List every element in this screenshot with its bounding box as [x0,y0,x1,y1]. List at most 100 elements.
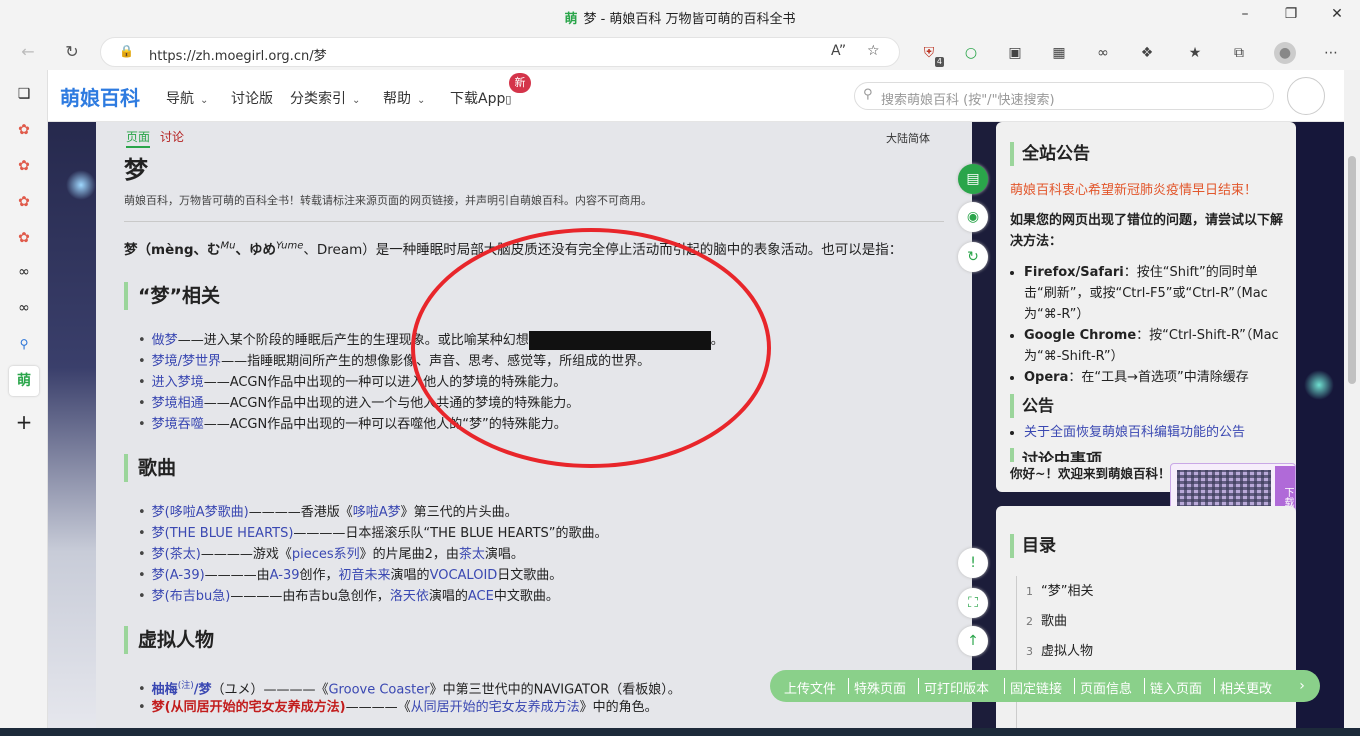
active-tab-moegirl[interactable]: 萌 [9,366,39,396]
article-link[interactable]: 梦(THE BLUE HEARTS) [152,526,294,541]
image-extension-icon[interactable]: ▣ [1004,42,1026,64]
separator [918,678,919,694]
history-icon[interactable]: ↻ [958,242,988,272]
article-link[interactable]: 梦(茶太) [152,547,201,562]
url-text[interactable]: https://zh.moegirl.org.cn/梦 [149,45,327,64]
phone-icon: ▯ [505,93,512,106]
article-link[interactable]: 梦境/梦世界 [152,354,221,369]
favorites-icon[interactable]: ★ [1184,42,1206,64]
read-aloud-icon[interactable]: A” [831,43,846,59]
alert-icon[interactable]: ! [958,548,988,578]
article-link[interactable]: 梦(布吉bu急) [152,589,231,604]
user-avatar[interactable] [1287,77,1325,115]
site-tab-icon[interactable]: ✿ [12,190,36,214]
toc-item[interactable]: 3 虚拟人物 [1026,640,1093,659]
fullscreen-icon[interactable]: ⛶ [958,588,988,618]
notice-alert: 萌娘百科衷心希望新冠肺炎疫情早日结束！ [1010,183,1258,198]
scrollbar-thumb[interactable] [1348,156,1356,384]
site-logo[interactable]: 萌娘百科 [60,82,140,111]
nav-category-index[interactable]: 分类索引 ⌄ [290,88,360,108]
note-link[interactable]: (注) [178,681,194,691]
article-link[interactable]: 从同居开始的宅女友养成方法 [411,700,580,715]
site-tab-icon[interactable]: ✿ [12,226,36,250]
upload-file-link[interactable]: 上传文件 [784,678,836,697]
article-link[interactable]: pieces系列 [292,547,360,562]
close-button[interactable]: ✕ [1314,6,1360,28]
nav-navigation[interactable]: 导航 ⌄ [166,88,208,108]
page-info-link[interactable]: 页面信息 [1080,678,1132,697]
article-link[interactable]: 初音未来 [339,568,391,583]
circle-extension-icon[interactable]: ○ [960,42,982,64]
toc-item[interactable]: 1 “梦”相关 [1026,580,1093,599]
collections-icon[interactable]: ⧉ [1228,42,1250,64]
window-title-bar: 萌梦 - 萌娘百科 万物皆可萌的百科全书 – ❐ ✕ [0,0,1360,34]
toc-item[interactable]: 2 歌曲 [1026,610,1067,629]
article-link[interactable]: 梦境吞噬 [152,417,204,432]
article-link[interactable]: 茶太 [459,547,485,562]
section-heading: 歌曲 [124,454,176,482]
site-subtitle: 萌娘百科，万物皆可萌的百科全书！转载请标注来源页面的网页链接，并声明引自萌娘百科… [124,194,652,207]
article-link[interactable]: 柚梅 [152,682,178,697]
nav-download-app[interactable]: 下载App▯ [450,88,511,108]
chevron-down-icon: ⌄ [200,95,209,106]
tab-actions-icon[interactable]: ❏ [12,82,36,106]
page-scrollbar[interactable] [1344,70,1360,736]
back-to-top-icon[interactable]: ↑ [958,626,988,656]
section-list: 柚梅(注)/梦（ユメ）————《Groove Coaster》中第三世代中的NA… [138,676,681,718]
announce-list: 关于全面恢复萌娘百科编辑功能的公告 [1024,422,1286,443]
related-changes-link[interactable]: 相关更改 [1220,678,1272,697]
article-link[interactable]: 进入梦境 [152,375,204,390]
permanent-link[interactable]: 固定链接 [1010,678,1062,697]
notice-heading: 全站公告 [1010,142,1090,166]
special-pages-link[interactable]: 特殊页面 [854,678,906,697]
article-link[interactable]: 梦(哆啦A梦歌曲) [152,505,249,520]
article-link[interactable]: /梦 [194,682,212,697]
grid-extension-icon[interactable]: ▦ [1048,42,1070,64]
tab-talk[interactable]: 讨论 [160,130,184,144]
article-link[interactable]: 洛天依 [390,589,429,604]
what-links-here-link[interactable]: 链入页面 [1150,678,1202,697]
chevron-right-icon[interactable]: › [1290,674,1314,698]
announce-link[interactable]: 关于全面恢复萌娘百科编辑功能的公告 [1024,425,1245,440]
site-tab-icon[interactable]: ✿ [12,118,36,142]
article-link[interactable]: 哆啦A梦 [353,505,401,520]
background-art-left [48,122,96,736]
search-tab-icon[interactable]: ⚲ [12,332,36,356]
infinity-tab-icon[interactable]: ∞ [12,296,36,320]
list-item: Google Chrome：按“Ctrl-Shift-R”（Mac为“⌘-Shi… [1024,325,1286,367]
infinity-extension-icon[interactable]: ∞ [1092,42,1114,64]
nav-help[interactable]: 帮助 ⌄ [383,88,425,108]
minimize-button[interactable]: – [1222,6,1268,28]
extensions-icon[interactable]: ❖ [1136,42,1158,64]
welcome-message: 你好~！欢迎来到萌娘百科！ [1010,466,1171,481]
infinity-tab-icon[interactable]: ∞ [12,260,36,284]
tab-page[interactable]: 页面 [126,130,151,148]
site-search-input[interactable]: ⚲ 搜索萌娘百科 (按"/"快速搜索) [854,82,1274,110]
article-link[interactable]: ACE [468,589,494,604]
ublock-extension-icon[interactable]: ⛨ 4 [918,42,944,67]
new-tab-plus-icon[interactable]: + [12,410,36,434]
url-bar[interactable]: 🔒 https://zh.moegirl.org.cn/梦 A” ☆ [100,37,900,67]
language-variant-selector[interactable]: 大陆简体 [886,130,930,146]
add-favorite-icon[interactable]: ☆ [867,43,880,59]
list-item: 梦(A-39)————由A-39创作，初音未来演唱的VOCALOID日文歌曲。 [138,565,608,586]
article-link[interactable]: Groove Coaster [328,682,429,697]
article-link[interactable]: 梦境相通 [152,396,204,411]
article-link[interactable]: 做梦 [152,333,178,348]
nav-forum[interactable]: 讨论版 [231,88,273,108]
site-tab-icon[interactable]: ✿ [12,154,36,178]
section-heading: 虚拟人物 [124,626,214,654]
more-menu-icon[interactable]: ⋯ [1320,42,1342,64]
article-link[interactable]: A-39 [270,568,300,583]
maximize-button[interactable]: ❐ [1268,6,1314,28]
back-icon[interactable]: ← [14,40,42,64]
eye-icon[interactable]: ◉ [958,202,988,232]
separator [1144,678,1145,694]
article-link[interactable]: 梦(从同居开始的宅女友养成方法) [152,700,346,715]
book-icon[interactable]: ▤ [958,164,988,194]
printable-version-link[interactable]: 可打印版本 [924,678,989,697]
article-link[interactable]: VOCALOID [430,568,498,583]
article-link[interactable]: 梦(A-39) [152,568,205,583]
refresh-icon[interactable]: ↻ [58,40,86,64]
profile-avatar-icon[interactable]: ● [1274,42,1296,64]
